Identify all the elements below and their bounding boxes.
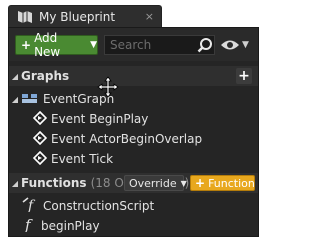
plus-icon: + xyxy=(195,176,206,190)
functions-title: Functions xyxy=(21,176,87,190)
toolbar: + Add New ▼ ▼ xyxy=(9,28,258,61)
tree-item-event-graph[interactable]: ◢ EventGraph xyxy=(9,89,258,109)
add-function-button[interactable]: + Function xyxy=(190,175,255,191)
add-new-button[interactable]: + Add New ▼ xyxy=(15,31,98,59)
blueprint-icon xyxy=(15,9,35,25)
function-label: beginPlay xyxy=(41,219,100,233)
function-icon: f xyxy=(23,216,37,236)
event-icon xyxy=(32,110,48,128)
graphs-section-header[interactable]: ◢ Graphs + xyxy=(9,66,258,86)
override-label: Override xyxy=(129,176,177,190)
plus-icon: + xyxy=(21,38,32,52)
my-blueprint-panel: + Add New ▼ ▼ ◢ Graphs + ◢ xyxy=(8,27,259,237)
view-options-button[interactable]: ▼ xyxy=(220,37,254,53)
add-function-label: Function xyxy=(208,176,255,190)
collapse-arrow-icon[interactable]: ◢ xyxy=(9,179,21,188)
event-graph-icon xyxy=(21,92,39,107)
event-icon xyxy=(32,150,48,168)
tab-close-button[interactable]: × xyxy=(145,10,154,23)
add-graph-button[interactable]: + xyxy=(236,68,252,84)
event-icon xyxy=(32,130,48,148)
chevron-down-icon: ▼ xyxy=(180,178,187,188)
function-label: ConstructionScript xyxy=(43,199,155,213)
tree-item-function[interactable]: f ConstructionScript xyxy=(9,196,258,216)
construction-function-icon: f xyxy=(21,196,39,216)
event-label: Event Tick xyxy=(51,152,114,166)
add-new-label: Add New xyxy=(34,31,61,59)
tab-title: My Blueprint xyxy=(39,9,116,24)
tree-item-event[interactable]: Event ActorBeginOverlap xyxy=(9,129,258,149)
event-label: Event ActorBeginOverlap xyxy=(51,132,203,146)
chevron-down-icon: ▼ xyxy=(242,40,249,50)
tree-item-event[interactable]: Event BeginPlay xyxy=(9,109,258,129)
eye-icon xyxy=(221,40,239,50)
collapse-arrow-icon[interactable]: ◢ xyxy=(9,72,21,81)
override-button[interactable]: Override ▼ xyxy=(124,175,187,191)
functions-section-header[interactable]: ◢ Functions (18 Overridable) Override ▼ … xyxy=(9,173,258,193)
svg-text:f: f xyxy=(27,198,36,212)
tree-item-event[interactable]: Event Tick xyxy=(9,149,258,169)
move-cursor-icon xyxy=(97,76,119,98)
chevron-down-icon: ▼ xyxy=(90,40,97,50)
search-icon[interactable] xyxy=(197,37,213,53)
blueprint-tab[interactable]: My Blueprint × xyxy=(8,5,162,27)
graphs-title: Graphs xyxy=(21,69,70,83)
svg-text:f: f xyxy=(24,216,33,232)
tree-item-function[interactable]: f beginPlay xyxy=(9,216,258,236)
event-label: Event BeginPlay xyxy=(51,112,149,126)
collapse-arrow-icon[interactable]: ◢ xyxy=(9,95,21,104)
